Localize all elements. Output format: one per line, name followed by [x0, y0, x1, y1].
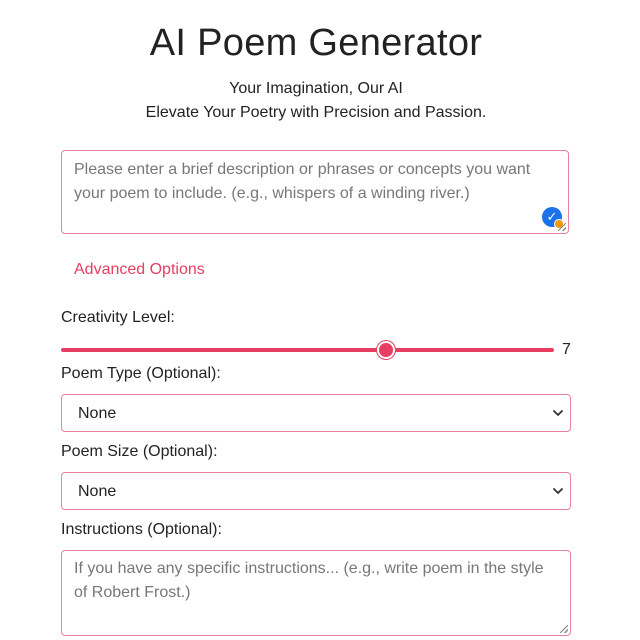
- instructions-placeholder: If you have any specific instructions...…: [74, 560, 544, 601]
- instructions-textarea[interactable]: If you have any specific instructions...…: [61, 550, 571, 636]
- creativity-slider-track[interactable]: [61, 348, 554, 352]
- poem-size-selected: None: [78, 483, 117, 500]
- creativity-level-label: Creativity Level:: [61, 309, 175, 326]
- resize-grip-icon[interactable]: [560, 625, 568, 633]
- page-title: AI Poem Generator: [149, 22, 483, 64]
- creativity-slider-thumb[interactable]: [377, 341, 396, 359]
- chevron-down-icon: [553, 410, 563, 416]
- advanced-options-link[interactable]: Advanced Options: [74, 261, 205, 279]
- instructions-label: Instructions (Optional):: [61, 521, 222, 538]
- tagline-secondary: Elevate Your Poetry with Precision and P…: [145, 104, 487, 121]
- poem-size-label: Poem Size (Optional):: [61, 443, 218, 460]
- resize-grip-icon[interactable]: [558, 223, 566, 231]
- creativity-value: 7: [562, 341, 571, 358]
- poem-prompt-textarea[interactable]: Please enter a brief description or phra…: [61, 150, 569, 234]
- poem-type-select[interactable]: None: [61, 394, 571, 432]
- poem-generator-page: AI Poem Generator Your Imagination, Our …: [0, 0, 640, 640]
- prompt-placeholder: Please enter a brief description or phra…: [74, 161, 531, 202]
- chevron-down-icon: [553, 488, 563, 494]
- poem-size-select[interactable]: None: [61, 472, 571, 510]
- tagline-primary: Your Imagination, Our AI: [229, 80, 403, 97]
- poem-type-selected: None: [78, 405, 117, 422]
- poem-type-label: Poem Type (Optional):: [61, 365, 221, 382]
